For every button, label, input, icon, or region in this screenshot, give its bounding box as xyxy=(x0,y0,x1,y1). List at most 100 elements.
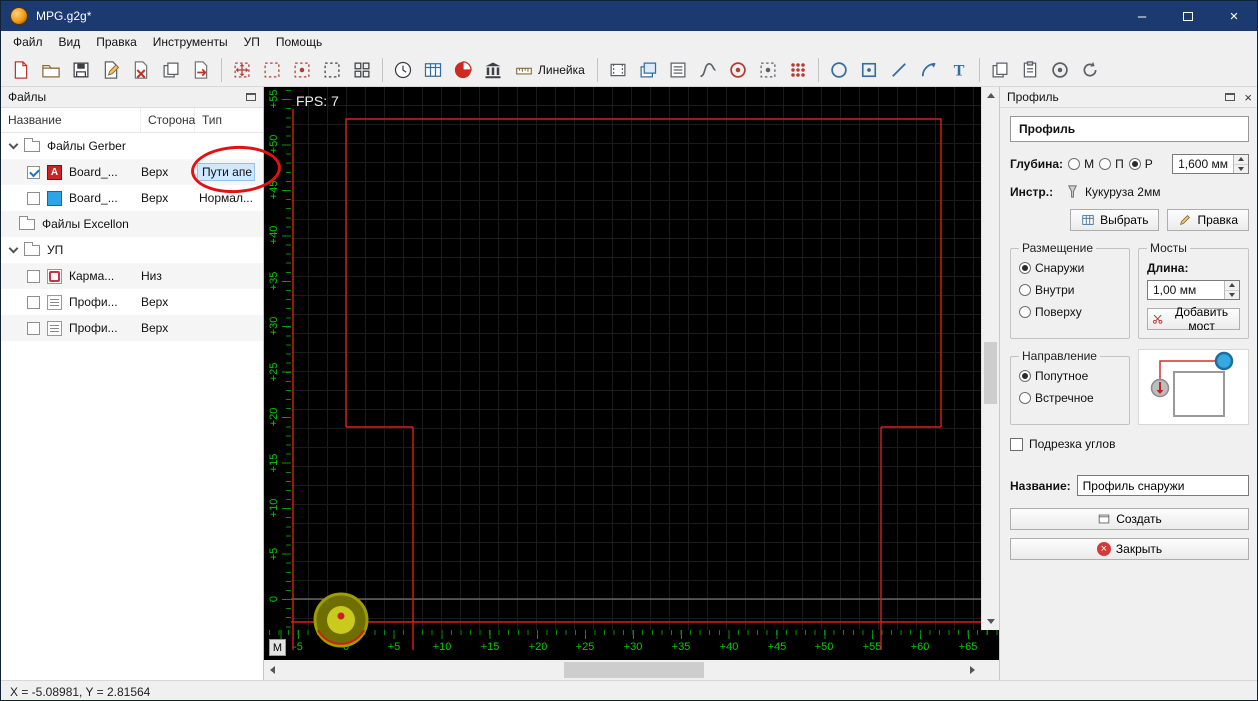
file-visibility-checkbox[interactable] xyxy=(27,269,40,283)
float-panel-icon[interactable] xyxy=(1225,93,1236,101)
aperture-list-button[interactable] xyxy=(663,56,693,84)
scale-selection-button[interactable] xyxy=(257,56,287,84)
file-row-board-paths[interactable]: A Board_... Верх Пути апе xyxy=(1,159,263,185)
gcode-table-button[interactable] xyxy=(418,56,448,84)
vertical-scroll-thumb[interactable] xyxy=(984,342,997,404)
file-row-board-normal[interactable]: Board_... Верх Нормал... xyxy=(1,185,263,211)
file-side: Верх xyxy=(141,321,169,335)
ruler-button[interactable]: Линейка xyxy=(508,56,592,84)
move-selection-button[interactable] xyxy=(227,56,257,84)
direction-conventional[interactable]: Встречное xyxy=(1019,391,1121,405)
bridge-length-spinbox[interactable]: 1,00 мм xyxy=(1147,280,1240,300)
file-type-dropdown-cell[interactable]: Пути апе xyxy=(197,163,255,181)
scroll-up-arrow[interactable] xyxy=(982,87,999,104)
close-button[interactable]: × xyxy=(1211,1,1257,31)
array-button[interactable] xyxy=(347,56,377,84)
v-ruler-label: +50 xyxy=(268,134,280,154)
file-name: Board_... xyxy=(69,191,118,205)
text-tool-button[interactable] xyxy=(944,56,974,84)
menu-tools[interactable]: Инструменты xyxy=(145,33,236,51)
file-visibility-checkbox[interactable] xyxy=(27,321,40,335)
ruler-mode-button[interactable]: M xyxy=(269,639,286,656)
film-button[interactable] xyxy=(603,56,633,84)
chevron-down-icon[interactable] xyxy=(8,139,19,150)
scroll-left-arrow[interactable] xyxy=(264,660,281,680)
depth-option-m[interactable]: М xyxy=(1068,157,1094,171)
close-file-button[interactable] xyxy=(126,56,156,84)
maximize-button[interactable] xyxy=(1165,1,1211,31)
close-profile-button[interactable]: × Закрыть xyxy=(1010,538,1249,560)
mill-button[interactable] xyxy=(448,56,478,84)
tree-row-excellon-folder[interactable]: Файлы Excellon xyxy=(1,211,263,237)
direction-climb[interactable]: Попутное xyxy=(1019,369,1121,383)
chevron-down-icon[interactable] xyxy=(8,243,19,254)
depth-option-r[interactable]: Р xyxy=(1128,157,1153,171)
menu-view[interactable]: Вид xyxy=(51,33,89,51)
drill-columns-button[interactable] xyxy=(478,56,508,84)
file-visibility-checkbox[interactable] xyxy=(27,191,40,205)
arc-tool-button[interactable] xyxy=(914,56,944,84)
simulation-button[interactable] xyxy=(388,56,418,84)
scroll-right-arrow[interactable] xyxy=(964,660,981,680)
target-button[interactable] xyxy=(723,56,753,84)
placement-outside[interactable]: Снаружи xyxy=(1019,261,1121,275)
region-selection-button[interactable] xyxy=(317,56,347,84)
new-file-button[interactable] xyxy=(6,56,36,84)
matrix-button[interactable] xyxy=(783,56,813,84)
file-row-profile-1[interactable]: Профи... Верх xyxy=(1,289,263,315)
rotate-button[interactable] xyxy=(1075,56,1105,84)
corner-trim-option[interactable]: Подрезка углов xyxy=(1010,437,1249,451)
h-ruler-label: +60 xyxy=(910,641,930,653)
file-visibility-checkbox[interactable] xyxy=(27,165,40,179)
file-row-pocket[interactable]: Карма... Низ xyxy=(1,263,263,289)
horizontal-scroll-thumb[interactable] xyxy=(564,662,704,678)
file-row-profile-2[interactable]: Профи... Верх xyxy=(1,315,263,341)
tree-row-gerber-folder[interactable]: Файлы Gerber xyxy=(1,133,263,159)
profile-name-input[interactable] xyxy=(1076,475,1249,496)
tree-row-nc-folder[interactable]: УП xyxy=(1,237,263,263)
scroll-down-arrow[interactable] xyxy=(982,613,999,630)
float-panel-icon[interactable] xyxy=(246,93,256,101)
import-file-button[interactable] xyxy=(186,56,216,84)
drawing-canvas[interactable] xyxy=(291,87,981,630)
create-button[interactable]: Создать xyxy=(1010,508,1249,530)
menu-edit[interactable]: Правка xyxy=(88,33,145,51)
select-tool-button[interactable]: Выбрать xyxy=(1070,209,1160,231)
spin-up-button[interactable] xyxy=(1234,155,1248,165)
edit-tool-button[interactable]: Правка xyxy=(1167,209,1249,231)
region-dot-button[interactable] xyxy=(753,56,783,84)
vertical-scrollbar[interactable] xyxy=(981,87,999,630)
paste-button[interactable] xyxy=(1015,56,1045,84)
column-header-type[interactable]: Тип xyxy=(195,108,263,132)
menu-nc[interactable]: УП xyxy=(236,33,268,51)
rect-tool-button[interactable] xyxy=(854,56,884,84)
column-header-name[interactable]: Название xyxy=(1,108,141,132)
depth-spinbox[interactable]: 1,600 мм xyxy=(1172,154,1249,174)
spin-down-button[interactable] xyxy=(1225,291,1239,300)
add-bridge-button[interactable]: Добавить мост xyxy=(1147,305,1240,333)
line-tool-button[interactable] xyxy=(884,56,914,84)
minimize-button[interactable]: – xyxy=(1119,1,1165,31)
spin-up-button[interactable] xyxy=(1225,281,1239,291)
horizontal-scrollbar[interactable] xyxy=(264,660,981,680)
circle-tool-button[interactable] xyxy=(824,56,854,84)
placement-on-top[interactable]: Поверху xyxy=(1019,305,1121,319)
layers-button[interactable] xyxy=(633,56,663,84)
save-file-button[interactable] xyxy=(66,56,96,84)
depth-option-p[interactable]: П xyxy=(1099,157,1124,171)
spin-down-button[interactable] xyxy=(1234,165,1248,174)
column-header-side[interactable]: Сторона xyxy=(141,108,195,132)
link-button[interactable] xyxy=(1045,56,1075,84)
curve-button[interactable] xyxy=(693,56,723,84)
zoom-selection-button[interactable] xyxy=(287,56,317,84)
placement-inside[interactable]: Внутри xyxy=(1019,283,1121,297)
save-as-button[interactable] xyxy=(96,56,126,84)
placement-group: Размещение Снаружи Внутри Поверху xyxy=(1010,241,1130,339)
menu-help[interactable]: Помощь xyxy=(268,33,330,51)
close-panel-icon[interactable]: × xyxy=(1244,91,1252,104)
open-file-button[interactable] xyxy=(36,56,66,84)
menu-file[interactable]: Файл xyxy=(5,33,51,51)
copy-button[interactable] xyxy=(985,56,1015,84)
copy-file-button[interactable] xyxy=(156,56,186,84)
file-visibility-checkbox[interactable] xyxy=(27,295,40,309)
